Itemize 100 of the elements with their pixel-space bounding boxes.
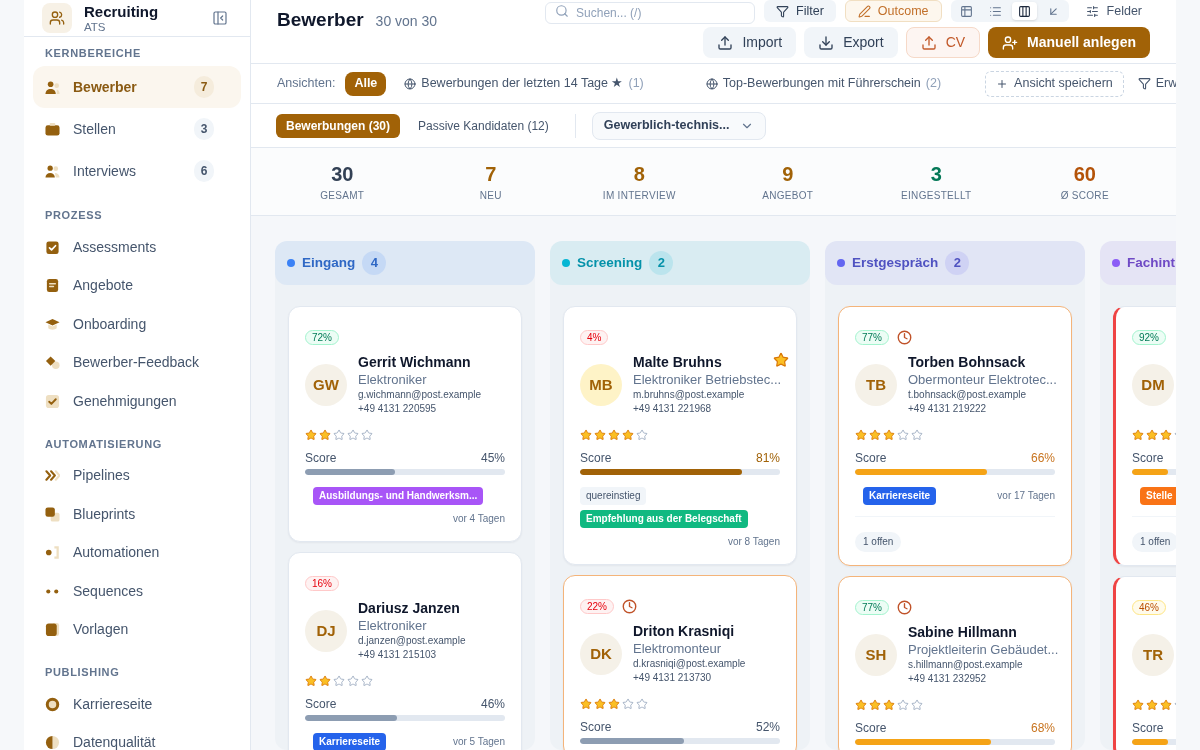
match-badge: 92% [1132,329,1166,345]
view-tab[interactable]: Top-Bewerbungen mit Führerschein (2) [699,71,948,96]
candidate-card[interactable]: 72% GW Gerrit Wichmann Elektroniker g.wichmann@post.example +49 4131 220595 Score 45% Ausbildungs- und Handwerksm... vor 4 Tagen [288,306,522,542]
star-icon [319,429,331,441]
nav-item[interactable]: Pipelines [33,456,241,495]
score-value: 66% [1030,451,1055,465]
nav-item[interactable]: Interviews 6 [33,150,241,192]
star-outline-icon [347,675,359,687]
tag: Karriereseite [863,487,937,505]
plus-icon [996,77,1009,90]
match-badge: 77% [855,599,889,615]
tab[interactable]: Passive Kandidaten (12) [408,113,559,138]
nav-item[interactable]: Sequences [33,572,241,611]
avatar: TR [1132,634,1174,676]
columns-icon [1017,4,1031,18]
nav-item[interactable]: Stellen 3 [33,108,241,150]
view-tab[interactable]: Bewerbungen der letzten 14 Tage ★ (1) [398,71,650,96]
star-rating[interactable] [305,429,373,441]
match-badge: 4% [580,329,609,345]
save-view-button[interactable]: Ansicht speichern [985,70,1124,97]
candidate-card[interactable]: 22% DK Driton Krasniqi Elektromonteur d.krasniqi@post.example +49 4131 213730 Score 52% [563,575,797,750]
candidate-card[interactable]: 77% SH Sabine Hillmann Projektleiterin Gebäudet... s.hillmann@post.example +49 4131 232952 Score 68% [838,576,1072,750]
view-mode-button[interactable] [1011,2,1037,20]
avatar: MB [580,364,622,406]
score-value: 46% [480,697,505,711]
star-rating[interactable] [580,698,648,710]
users-icon [42,3,72,33]
candidate-card[interactable]: 46% TR Score [1113,576,1176,750]
star-icon [1132,699,1144,711]
candidate-card[interactable]: 92% DM Score Stelle 1 offen [1113,306,1176,566]
score-value: 68% [1030,721,1055,735]
nav-item[interactable]: Karriereseite [33,685,241,724]
segment-dropdown[interactable]: Gewerblich-technis... [591,111,766,140]
star-icon [883,429,895,441]
action-button[interactable]: Import [703,27,797,58]
toolbar-button[interactable]: Filter [764,0,836,22]
stat-label: IM INTERVIEW [602,190,676,202]
open-tasks-badge: 1 offen [855,531,902,552]
score-label: Score [580,720,612,734]
star-icon [305,429,317,441]
star-icon [594,698,606,710]
stat-label: EINGESTELLT [901,190,972,202]
star-icon[interactable] [773,352,789,368]
star-rating[interactable] [580,429,648,441]
toolbar-button[interactable]: Outcome [844,0,942,22]
view-tab[interactable]: Alle [345,71,387,96]
email-text: m.bruhns@post.example [633,388,746,402]
upload-icon [717,34,734,51]
action-button[interactable]: Export [804,27,898,58]
action-button[interactable]: Manuell anlegen [988,27,1150,58]
nav-item[interactable]: Blueprints [33,495,241,534]
nav-item[interactable]: Genehmigungen [33,382,241,421]
star-rating[interactable] [305,675,373,687]
email-text: s.hillmann@post.example [908,658,1024,672]
star-outline-icon [347,429,359,441]
column-title: Eingang [302,253,356,272]
search-icon [555,4,570,18]
tab[interactable]: Bewerbungen (30) [276,113,400,138]
phone-text: +49 4131 215103 [358,648,438,662]
tag: Empfehlung aus der Belegschaft [580,510,748,528]
candidate-card[interactable]: 77% TB Torben Bohnsack Obermonteur Elektrotec... t.bohnsack@post.example +49 4131 219222 Score 66% Karriereseite vor 17 Tagen 1 offen [838,306,1072,566]
score-value: 81% [755,451,780,465]
avatar: GW [305,364,347,406]
star-icon [305,675,317,687]
nav-item[interactable]: Angebote [33,266,241,305]
star-icon [594,429,606,441]
candidate-name: Malte Bruhns [633,354,723,371]
candidate-card[interactable]: 16% DJ Dariusz Janzen Elektroniker d.janzen@post.example +49 4131 215103 Score 46% Karriereseite vor 5 Tagen [288,552,522,750]
list-icon [988,4,1002,18]
star-rating[interactable] [855,429,923,441]
nav-item[interactable]: Bewerber-Feedback [33,343,241,382]
search-field[interactable]: Suchen... (/) [545,2,756,24]
fields-button[interactable]: Felder [1077,0,1150,22]
stat-label: ANGEBOT [762,190,814,202]
sliders-icon [1085,4,1099,18]
nav-item[interactable]: Vorlagen [33,610,241,649]
score-label: Score [855,451,887,465]
column-count: 2 [649,251,674,275]
star-rating[interactable] [855,699,923,711]
nav-item[interactable]: Assessments [33,228,241,267]
phone-text: +49 4131 220595 [358,402,438,416]
sidebar-toggle-icon[interactable] [212,10,228,26]
star-icon [608,698,620,710]
column-title: Erstgespräch [852,253,939,272]
candidate-card[interactable]: 4% MB Malte Bruhns Elektroniker Betriebstec... m.bruhns@post.example +49 4131 221968 Score 81% quereinstieg Empfehlung aus der Belegschaft vor 8 Tagen [563,306,797,565]
nav-item[interactable]: Onboarding [33,305,241,344]
app-subtitle: ATS [84,20,107,34]
star-outline-icon [911,429,923,441]
job-title: Elektroniker [358,617,428,634]
nav-item[interactable]: Datenqualität [33,723,241,750]
chevrons-icon [45,468,60,484]
nav-item[interactable]: Bewerber 7 [33,66,241,108]
action-button[interactable]: CV [905,27,981,58]
nav-item[interactable]: Automationen [33,533,241,572]
tag: Karriereseite [313,733,387,750]
avatar: TB [855,364,897,406]
star-outline-icon [333,429,345,441]
score-label: Score [580,451,612,465]
candidate-name: Torben Bohnsack [908,354,1027,371]
star-icon [608,429,620,441]
